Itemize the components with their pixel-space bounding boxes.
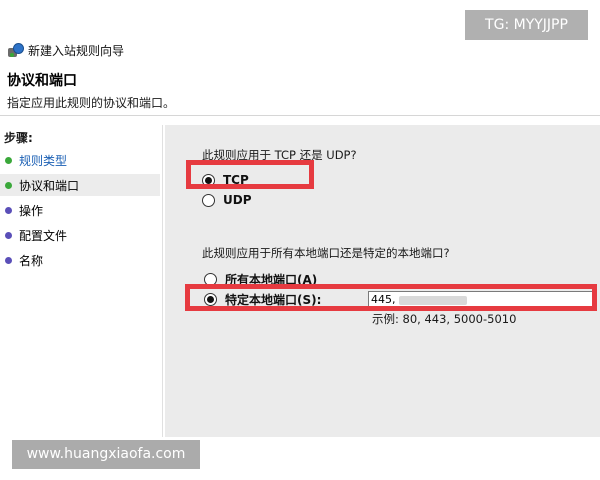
step-pending-icon [5,256,12,264]
step-rule-type[interactable]: 规则类型 [0,149,160,171]
specific-ports-highlight-box [185,284,597,311]
window-title: 新建入站规则向导 [28,43,125,58]
tg-watermark: TG: MYYJJPP [465,10,588,40]
step-current-icon [5,181,12,189]
step-label: 配置文件 [19,228,68,243]
udp-label[interactable]: UDP [223,193,252,207]
step-name: 名称 [0,249,160,271]
step-pending-icon [5,206,12,214]
step-protocol-ports: 协议和端口 [0,174,160,196]
step-label: 协议和端口 [19,178,80,193]
steps-panel [0,125,163,437]
step-action: 操作 [0,199,160,221]
window-title-bar: 新建入站规则向导 [8,41,124,59]
step-label[interactable]: 规则类型 [19,152,67,169]
udp-radio-option[interactable]: UDP [202,191,252,209]
site-watermark: www.huangxiaofa.com [12,440,200,469]
tcp-highlight-box [186,160,314,189]
ports-question: 此规则应用于所有本地端口还是特定的本地端口? [202,246,450,260]
udp-radio[interactable] [202,193,215,207]
step-profile: 配置文件 [0,224,160,246]
step-pending-icon [5,231,12,239]
page-title: 协议和端口 [7,73,77,89]
port-example-text: 示例: 80, 443, 5000-5010 [372,312,517,326]
step-done-icon [5,156,12,164]
step-label: 操作 [19,203,44,218]
step-label: 名称 [19,253,44,268]
steps-label: 步骤: [4,131,33,145]
page-subtitle: 指定应用此规则的协议和端口。 [7,96,176,110]
header-divider [0,115,600,116]
firewall-wizard-icon [8,42,24,58]
